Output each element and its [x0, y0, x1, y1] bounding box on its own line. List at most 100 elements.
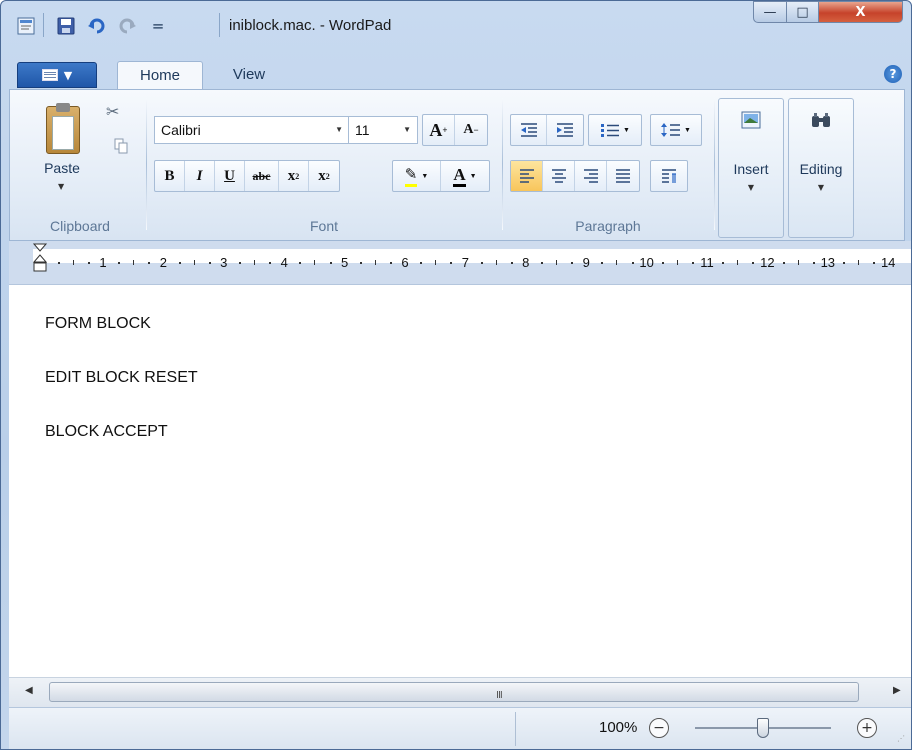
- indent-buttons: [510, 114, 584, 146]
- ruler-tick: [480, 262, 483, 264]
- ruler-tick: [737, 260, 739, 265]
- undo-icon[interactable]: [85, 15, 107, 37]
- minimize-icon: —: [763, 4, 777, 20]
- line-spacing-button[interactable]: ▼: [651, 115, 701, 145]
- align-right-button[interactable]: [575, 161, 607, 191]
- ruler-strip: 1 2 3 4 5 6 7 8 9 10 11 12 13 14: [33, 249, 911, 270]
- scroll-right-icon[interactable]: ▶: [893, 685, 901, 696]
- align-center-icon: [551, 169, 566, 183]
- close-button[interactable]: X: [819, 1, 903, 23]
- highlight-button[interactable]: ✎ ▼: [393, 161, 441, 191]
- ruler-tick: [873, 262, 876, 264]
- redo-icon[interactable]: [117, 15, 139, 37]
- superscript-button[interactable]: x2: [309, 161, 339, 191]
- strikethrough-button[interactable]: abc: [245, 161, 279, 191]
- decrease-indent-icon: [520, 123, 537, 137]
- title-bar: = iniblock.mac. - WordPad — □ X: [1, 1, 911, 49]
- paragraph-settings-button[interactable]: [651, 161, 687, 191]
- chevron-down-icon: ▼: [421, 172, 429, 180]
- zoom-slider-thumb[interactable]: [757, 718, 769, 738]
- ruler-number: 14: [880, 255, 896, 270]
- ruler-tick: [178, 262, 181, 264]
- save-icon[interactable]: [55, 15, 77, 37]
- ruler-tick: [314, 260, 316, 265]
- decrease-indent-button[interactable]: [511, 115, 547, 145]
- ruler-tick: [329, 262, 332, 264]
- underline-button[interactable]: U: [215, 161, 245, 191]
- justify-button[interactable]: [607, 161, 639, 191]
- grow-font-button[interactable]: A +: [423, 115, 455, 145]
- chevron-down-icon: ▼: [335, 125, 343, 134]
- document-area[interactable]: FORM BLOCK EDIT BLOCK RESET BLOCK ACCEPT: [9, 285, 911, 677]
- ruler-tick: [556, 260, 557, 265]
- qat-separator: [43, 13, 44, 37]
- minimize-button[interactable]: —: [753, 1, 787, 23]
- cut-icon[interactable]: ✂: [106, 102, 119, 121]
- ruler-number: 2: [159, 255, 168, 270]
- font-color-icon: A: [453, 165, 466, 187]
- ribbon: Paste ▼ ✂ Clipboard Calibri ▼ 11 ▼ A + A −…: [9, 89, 905, 241]
- font-color-button[interactable]: A ▼: [441, 161, 489, 191]
- tab-view[interactable]: View: [213, 61, 285, 90]
- font-group-label: Font: [309, 218, 338, 234]
- ruler[interactable]: 1 2 3 4 5 6 7 8 9 10 11 12 13 14: [9, 241, 911, 285]
- indent-marker-icon[interactable]: [33, 243, 47, 275]
- subscript-button[interactable]: x2: [279, 161, 309, 191]
- increase-indent-button[interactable]: [547, 115, 583, 145]
- bullet-list-icon: [601, 124, 620, 137]
- group-separator: [502, 98, 503, 230]
- ruler-tick: [601, 262, 604, 264]
- increase-indent-icon: [557, 123, 573, 137]
- scroll-thumb[interactable]: III: [49, 682, 859, 702]
- ruler-number: 13: [820, 255, 836, 270]
- italic-button[interactable]: I: [185, 161, 215, 191]
- maximize-button[interactable]: □: [787, 1, 819, 23]
- clipboard-icon: [46, 103, 80, 154]
- zoom-out-button[interactable]: −: [649, 718, 669, 738]
- ruler-tick: [87, 262, 90, 264]
- copy-icon[interactable]: [114, 138, 128, 158]
- editing-button[interactable]: Editing ▼: [788, 98, 854, 238]
- ruler-tick: [148, 262, 151, 264]
- clipboard-group-label: Clipboard: [50, 218, 110, 234]
- alignment-buttons: [510, 160, 640, 192]
- chevron-down-icon: ▼: [817, 183, 825, 192]
- customize-qat-icon[interactable]: =: [147, 15, 169, 37]
- font-size-select[interactable]: 11 ▼: [348, 116, 418, 144]
- shrink-font-button[interactable]: A −: [455, 115, 487, 145]
- font-family-select[interactable]: Calibri ▼: [154, 116, 350, 144]
- picture-icon: [740, 109, 762, 131]
- align-left-button[interactable]: [511, 161, 543, 191]
- group-separator: [146, 98, 147, 230]
- maximize-icon: □: [796, 4, 809, 20]
- ruler-tick: [540, 262, 543, 264]
- resize-grip-icon[interactable]: ⋰: [897, 734, 905, 743]
- document-line[interactable]: FORM BLOCK: [45, 315, 151, 333]
- title-separator: [219, 13, 220, 37]
- bullet-list-button[interactable]: ▼: [589, 115, 641, 145]
- horizontal-scrollbar[interactable]: ◀ III ▶: [9, 677, 911, 707]
- scroll-left-icon[interactable]: ◀: [25, 685, 33, 696]
- align-center-button[interactable]: [543, 161, 575, 191]
- ruler-number: 8: [522, 255, 530, 270]
- insert-button[interactable]: Insert ▼: [718, 98, 784, 238]
- ruler-tick: [254, 260, 255, 265]
- group-separator: [714, 98, 715, 230]
- wordpad-app-icon[interactable]: [15, 15, 37, 37]
- status-bar: 100% − + ⋰: [9, 707, 911, 749]
- ruler-tick: [450, 262, 453, 264]
- tab-home[interactable]: Home: [117, 61, 203, 90]
- document-line[interactable]: EDIT BLOCK RESET: [45, 369, 198, 387]
- paste-button[interactable]: Paste ▼: [36, 98, 88, 204]
- zoom-in-button[interactable]: +: [857, 718, 877, 738]
- help-icon[interactable]: ?: [884, 65, 902, 83]
- document-line[interactable]: BLOCK ACCEPT: [45, 423, 168, 441]
- font-color-buttons: ✎ ▼ A ▼: [392, 160, 490, 192]
- ruler-number: 6: [401, 255, 409, 270]
- bold-button[interactable]: B: [155, 161, 185, 191]
- application-menu-button[interactable]: ▼: [17, 62, 97, 88]
- ruler-number: 9: [582, 255, 590, 270]
- chevron-down-icon: ▼: [747, 183, 755, 192]
- chevron-down-icon: ▼: [63, 68, 73, 82]
- ruler-number: 4: [280, 255, 288, 270]
